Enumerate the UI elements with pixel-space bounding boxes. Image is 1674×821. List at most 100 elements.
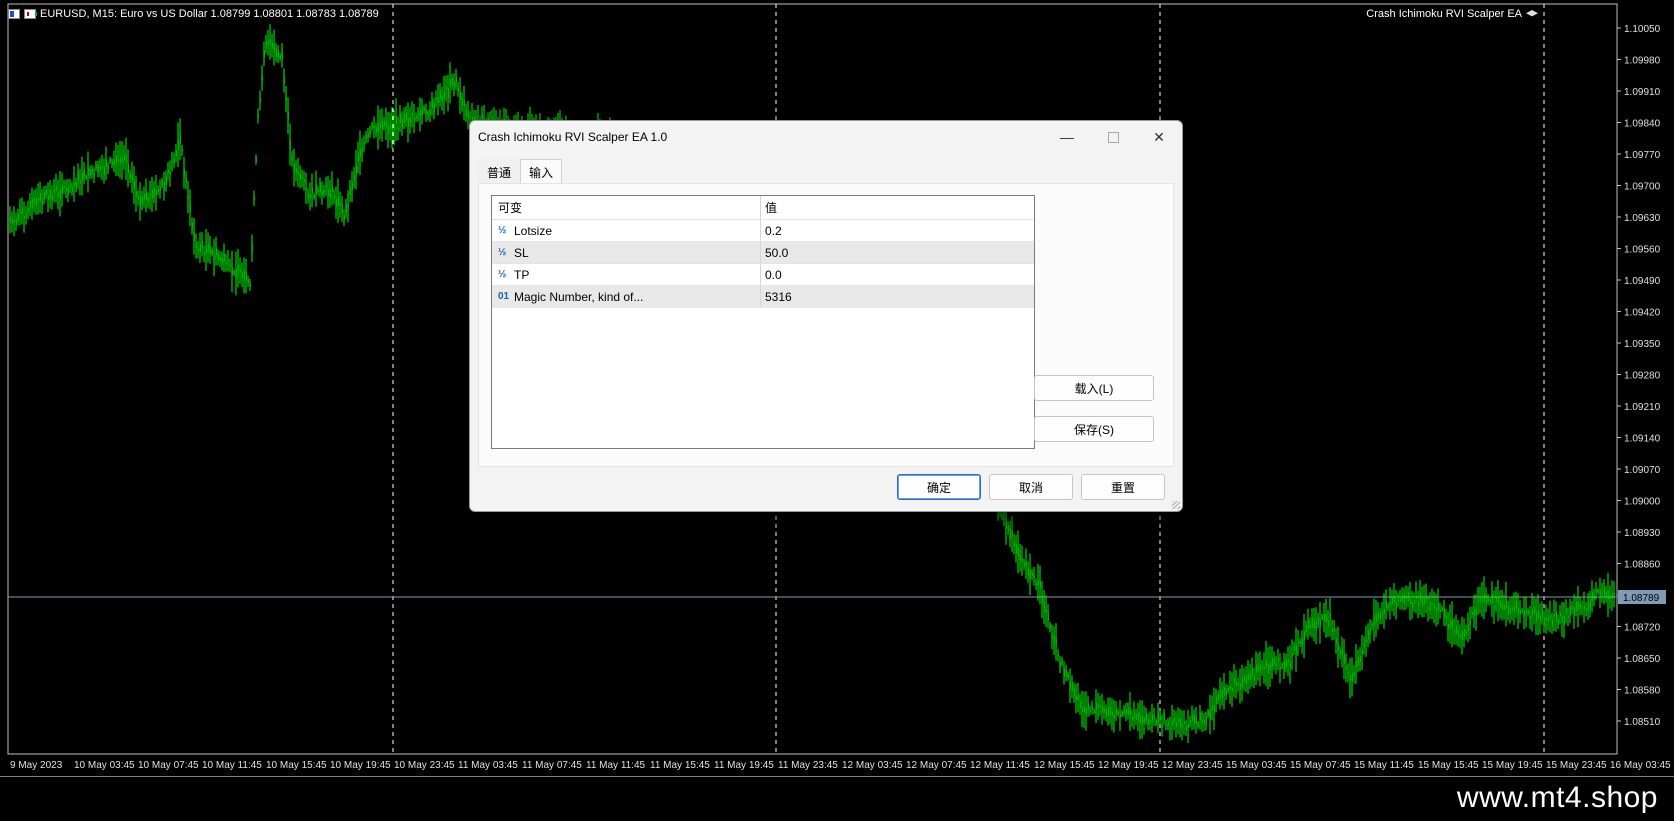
cancel-button[interactable]: 取消 <box>989 474 1073 500</box>
candle-body <box>1495 597 1497 602</box>
candle-body <box>111 161 113 166</box>
candle-body <box>1219 689 1221 698</box>
save-button[interactable]: 保存(S) <box>1034 416 1154 442</box>
candle-body <box>261 75 263 82</box>
candle-body <box>427 114 429 117</box>
tab-common[interactable]: 普通 <box>478 159 521 183</box>
param-value[interactable]: 5316 <box>761 286 1034 307</box>
double-type-icon: ½ <box>498 247 507 258</box>
header-variable[interactable]: 可变 <box>492 196 761 219</box>
load-button[interactable]: 载入(L) <box>1034 375 1154 401</box>
price-label: 1.09770 <box>1624 150 1661 161</box>
candle-body <box>1293 645 1295 651</box>
candle-body <box>233 270 235 275</box>
candle-body <box>137 196 139 200</box>
table-row[interactable]: ½ TP 0.0 <box>492 264 1034 286</box>
candle-body <box>1361 650 1363 655</box>
candle-body <box>457 87 459 91</box>
candle-body <box>163 182 165 191</box>
candle-body <box>119 156 121 163</box>
candle-body <box>1329 613 1331 621</box>
param-value[interactable]: 0.2 <box>761 220 1034 241</box>
candle-body <box>1345 666 1347 670</box>
candle-body <box>433 103 435 114</box>
candle-body <box>225 261 227 264</box>
time-label: 12 May 07:45 <box>906 760 967 771</box>
candle-body <box>1523 609 1525 617</box>
candle-body <box>273 43 275 52</box>
candle-body <box>1567 615 1569 619</box>
candle-body <box>97 165 99 173</box>
candle-body <box>1457 630 1459 636</box>
candle-body <box>1607 589 1609 600</box>
candle-body <box>161 180 163 186</box>
reset-button[interactable]: 重置 <box>1081 474 1165 500</box>
candle-body <box>1029 569 1031 580</box>
candle-body <box>1259 664 1261 673</box>
candle-body <box>1073 687 1075 698</box>
close-button[interactable]: ✕ <box>1136 121 1182 153</box>
candle-body <box>1131 716 1133 721</box>
candle-body <box>149 193 151 197</box>
candle-body <box>1401 594 1403 603</box>
candle-body <box>1275 663 1277 667</box>
candle-body <box>1341 649 1343 656</box>
candle-body <box>1159 714 1161 721</box>
candle-body <box>1409 597 1411 604</box>
candle-body <box>175 150 177 157</box>
candle-body <box>1415 596 1417 599</box>
candle-body <box>1573 607 1575 616</box>
tab-inputs[interactable]: 输入 <box>520 159 563 183</box>
price-label: 1.09280 <box>1624 371 1661 382</box>
candle-body <box>1063 668 1065 678</box>
maximize-button[interactable] <box>1090 121 1136 153</box>
time-label: 16 May 03:45 <box>1610 760 1671 771</box>
table-row[interactable]: ½ SL 50.0 <box>492 242 1034 264</box>
candle-body <box>245 272 247 280</box>
candle-body <box>423 107 425 111</box>
ea-label[interactable]: Crash Ichimoku RVI Scalper EA <box>1366 8 1538 20</box>
candle-body <box>209 245 211 255</box>
candle-body <box>229 264 231 267</box>
candle-body <box>275 48 277 57</box>
candle-body <box>185 178 187 183</box>
param-value[interactable]: 50.0 <box>761 242 1034 263</box>
candle-body <box>267 40 269 45</box>
candle-body <box>1287 659 1289 663</box>
dialog-titlebar[interactable]: Crash Ichimoku RVI Scalper EA 1.0 — ✕ <box>470 121 1182 153</box>
candle-body <box>1423 597 1425 605</box>
candle-body <box>333 195 335 199</box>
candle-body <box>369 129 371 135</box>
param-value[interactable]: 0.0 <box>761 264 1034 285</box>
table-row[interactable]: 01 Magic Number, kind of... 5316 <box>492 286 1034 308</box>
ok-button[interactable]: 确定 <box>897 474 981 500</box>
candle-body <box>1317 616 1319 624</box>
candle-body <box>409 117 411 124</box>
minimize-button[interactable]: — <box>1044 121 1090 153</box>
time-label: 15 May 03:45 <box>1226 760 1287 771</box>
candle-body <box>1309 624 1311 629</box>
candle-body <box>381 120 383 130</box>
table-row[interactable]: ½ Lotsize 0.2 <box>492 220 1034 242</box>
candle-body <box>179 134 181 144</box>
candle-body <box>1359 655 1361 663</box>
price-label: 1.09490 <box>1624 276 1661 287</box>
candle-body <box>83 168 85 178</box>
candle-body <box>1257 664 1259 670</box>
candle-body <box>1185 725 1187 731</box>
candle-body <box>1325 614 1327 623</box>
candle-body <box>249 283 251 287</box>
candle-body <box>1351 672 1353 682</box>
candle-body <box>463 100 465 107</box>
candle-body <box>1225 688 1227 695</box>
candle-body <box>35 197 37 206</box>
resize-grip-icon[interactable] <box>1172 501 1180 509</box>
candle-body <box>1061 659 1063 664</box>
candle-body <box>1357 656 1359 666</box>
candle-body <box>315 184 317 194</box>
header-value[interactable]: 值 <box>761 196 1034 219</box>
candle-body <box>49 189 51 200</box>
candle-body <box>1053 636 1055 645</box>
candle-body <box>317 189 319 193</box>
dialog-title: Crash Ichimoku RVI Scalper EA 1.0 <box>478 130 668 144</box>
